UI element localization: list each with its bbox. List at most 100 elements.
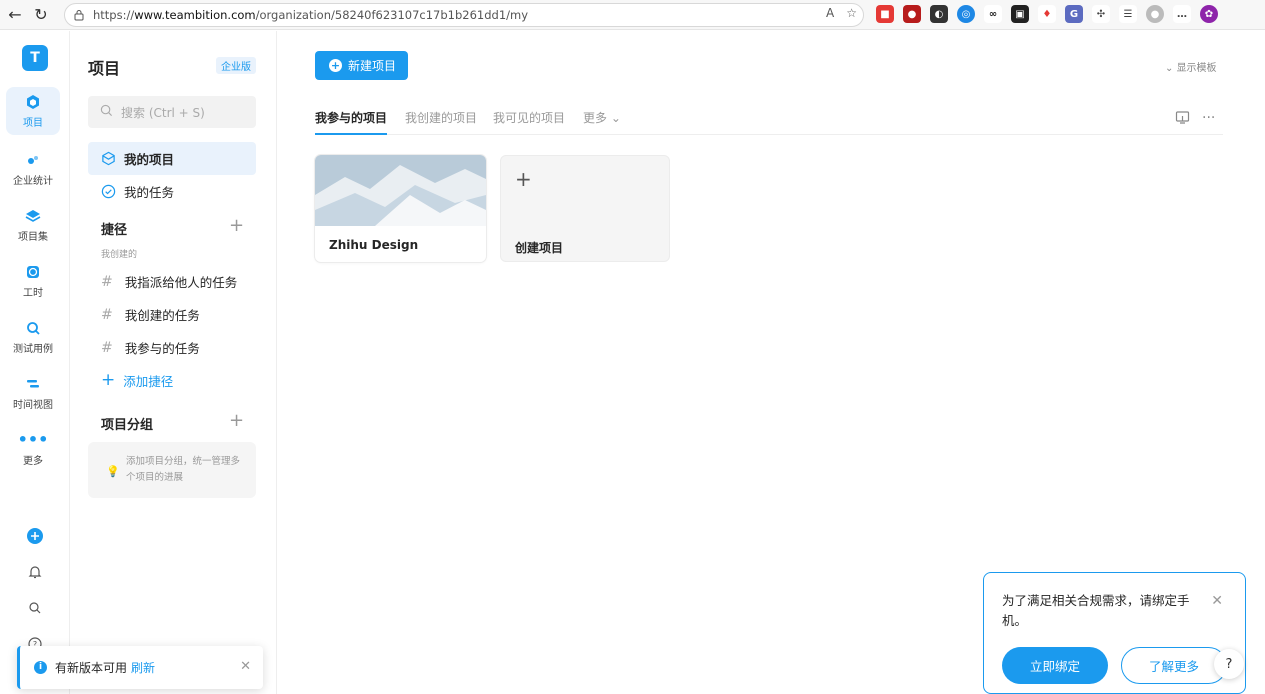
- favorites-icon[interactable]: ☰: [1119, 5, 1137, 23]
- extensions-puzzle-icon[interactable]: ✣: [1092, 5, 1110, 23]
- project-groups-tip-text: 添加项目分组，统一管理多个项目的进展: [126, 456, 241, 483]
- bell-icon[interactable]: [26, 563, 44, 581]
- rail-item-more[interactable]: ••• 更多: [6, 425, 60, 473]
- shortcut-item[interactable]: # 我创建的任务: [101, 305, 200, 324]
- sidebar-item-label: 我的任务: [124, 185, 175, 200]
- add-shortcut-link[interactable]: + 添加捷径: [101, 370, 173, 390]
- shortcut-label: 我指派给他人的任务: [124, 275, 238, 290]
- bind-phone-popup: 为了满足相关合规需求，请绑定手机。 ✕ 立即绑定 了解更多: [983, 572, 1246, 694]
- url-path: /organization/58240f623107c17b1b261dd1/m…: [255, 8, 529, 22]
- url-host: www.teambition.com: [134, 8, 256, 22]
- hash-icon: #: [101, 339, 113, 356]
- shortcut-label: 我参与的任务: [124, 341, 200, 356]
- favorite-star-icon[interactable]: ☆: [846, 6, 857, 20]
- extensions-bar: ■ ● ◐ ◎ ∞ ▣ ♦ G ✣ ☰ ● … ✿: [876, 5, 1218, 23]
- hash-icon: #: [101, 273, 113, 290]
- rail-item-worktime[interactable]: 工时: [6, 257, 60, 305]
- rail-item-testcases[interactable]: 测试用例: [6, 313, 60, 361]
- add-shortcut-label: 添加捷径: [123, 373, 174, 389]
- extension-icon[interactable]: ●: [903, 5, 921, 23]
- tab-participating[interactable]: 我参与的项目: [315, 109, 388, 135]
- search-icon[interactable]: [26, 599, 44, 617]
- close-icon[interactable]: ✕: [1211, 593, 1223, 609]
- show-template-toggle[interactable]: ⌄ 显示模板: [1165, 59, 1217, 74]
- stats-icon: [25, 152, 41, 168]
- bind-now-button[interactable]: 立即绑定: [1002, 647, 1108, 684]
- rail-item-portfolio[interactable]: 项目集: [6, 201, 60, 249]
- sidebar-item-my-projects[interactable]: 我的项目: [88, 142, 256, 175]
- project-cover-image: [315, 155, 486, 226]
- shortcut-label: 我创建的任务: [124, 308, 200, 323]
- search-icon: [100, 104, 113, 120]
- tab-more-label: 更多: [583, 111, 608, 125]
- rail-item-timeline[interactable]: 时间视图: [6, 369, 60, 417]
- create-project-card[interactable]: + 创建项目: [500, 155, 670, 262]
- filter-view-icon[interactable]: [1175, 110, 1190, 129]
- extension-icon[interactable]: ♦: [1038, 5, 1056, 23]
- extension-icon[interactable]: ■: [876, 5, 894, 23]
- search-input[interactable]: 搜索 (Ctrl + S): [88, 96, 256, 128]
- show-template-label: 显示模板: [1176, 63, 1217, 74]
- read-aloud-icon[interactable]: A: [826, 6, 834, 20]
- extension-icon[interactable]: ▣: [1011, 5, 1029, 23]
- plus-icon: +: [515, 167, 532, 191]
- update-toast: i 有新版本可用 刷新 ✕: [17, 646, 263, 689]
- new-project-button[interactable]: + 新建项目: [315, 51, 408, 80]
- lock-icon: [74, 10, 84, 21]
- add-group-plus-icon[interactable]: +: [229, 410, 244, 431]
- add-shortcut-plus-icon[interactable]: +: [229, 215, 244, 236]
- more-options-icon[interactable]: ···: [1202, 110, 1215, 129]
- info-icon: i: [34, 661, 47, 674]
- quick-add-icon[interactable]: [26, 527, 44, 545]
- back-icon[interactable]: ←: [4, 4, 26, 26]
- plus-icon: +: [101, 370, 116, 390]
- extension-icon[interactable]: ∞: [984, 5, 1002, 23]
- copilot-icon[interactable]: ✿: [1200, 5, 1218, 23]
- rail-label: 工时: [23, 287, 43, 299]
- rail-label: 项目: [23, 117, 43, 129]
- chevron-down-icon: ⌄: [1165, 63, 1177, 74]
- check-circle-icon: [100, 184, 116, 200]
- lightbulb-icon: 💡: [106, 465, 120, 478]
- rail-item-stats[interactable]: 企业统计: [6, 145, 60, 193]
- refresh-link[interactable]: 刷新: [131, 659, 155, 676]
- extension-icon[interactable]: ◐: [930, 5, 948, 23]
- close-icon[interactable]: ✕: [240, 659, 251, 674]
- shortcut-item[interactable]: # 我参与的任务: [101, 338, 200, 357]
- address-bar[interactable]: https://www.teambition.com/organization/…: [64, 3, 864, 27]
- help-icon[interactable]: ?: [1214, 649, 1244, 679]
- sidebar-item-label: 我的项目: [124, 152, 175, 167]
- tab-visible[interactable]: 我可见的项目: [493, 109, 565, 135]
- tab-created[interactable]: 我创建的项目: [405, 109, 477, 135]
- new-project-label: 新建项目: [348, 59, 397, 73]
- shortcuts-subtitle: 我创建的: [101, 250, 138, 260]
- extension-icon[interactable]: ◎: [957, 5, 975, 23]
- layers-icon: [25, 208, 41, 224]
- profile-avatar[interactable]: ●: [1146, 5, 1164, 23]
- toast-message: 有新版本可用: [55, 661, 128, 675]
- app-nav-rail: T 项目 企业统计 项目集 工时 测试用例 时间视图 ••• 更多 ?: [0, 31, 70, 694]
- create-project-label: 创建项目: [515, 241, 564, 255]
- learn-more-button[interactable]: 了解更多: [1121, 647, 1227, 684]
- sidebar-item-my-tasks[interactable]: 我的任务: [88, 175, 256, 208]
- rail-label: 测试用例: [13, 343, 53, 355]
- extension-icon[interactable]: G: [1065, 5, 1083, 23]
- clock-icon: [25, 264, 41, 280]
- rail-label: 更多: [23, 455, 43, 467]
- tab-more[interactable]: 更多 ⌄: [583, 109, 621, 135]
- project-card[interactable]: Zhihu Design: [315, 155, 486, 262]
- project-icon: [100, 151, 116, 167]
- rail-item-projects[interactable]: 项目: [6, 87, 60, 135]
- project-tabs: 我参与的项目 我创建的项目 我可见的项目 更多 ⌄: [315, 109, 1223, 135]
- more-dots-icon: •••: [17, 430, 49, 449]
- rail-label: 项目集: [18, 231, 48, 243]
- teambition-logo[interactable]: T: [22, 45, 48, 71]
- rail-label: 企业统计: [13, 175, 53, 187]
- chevron-down-icon: ⌄: [607, 111, 621, 125]
- shortcut-item[interactable]: # 我指派给他人的任务: [101, 272, 237, 291]
- browser-menu-icon[interactable]: …: [1173, 5, 1191, 23]
- reload-icon[interactable]: ↻: [30, 4, 52, 26]
- project-name: Zhihu Design: [329, 238, 419, 252]
- project-groups-tip[interactable]: 💡 添加项目分组，统一管理多个项目的进展: [88, 442, 256, 498]
- enterprise-badge: 企业版: [216, 57, 256, 74]
